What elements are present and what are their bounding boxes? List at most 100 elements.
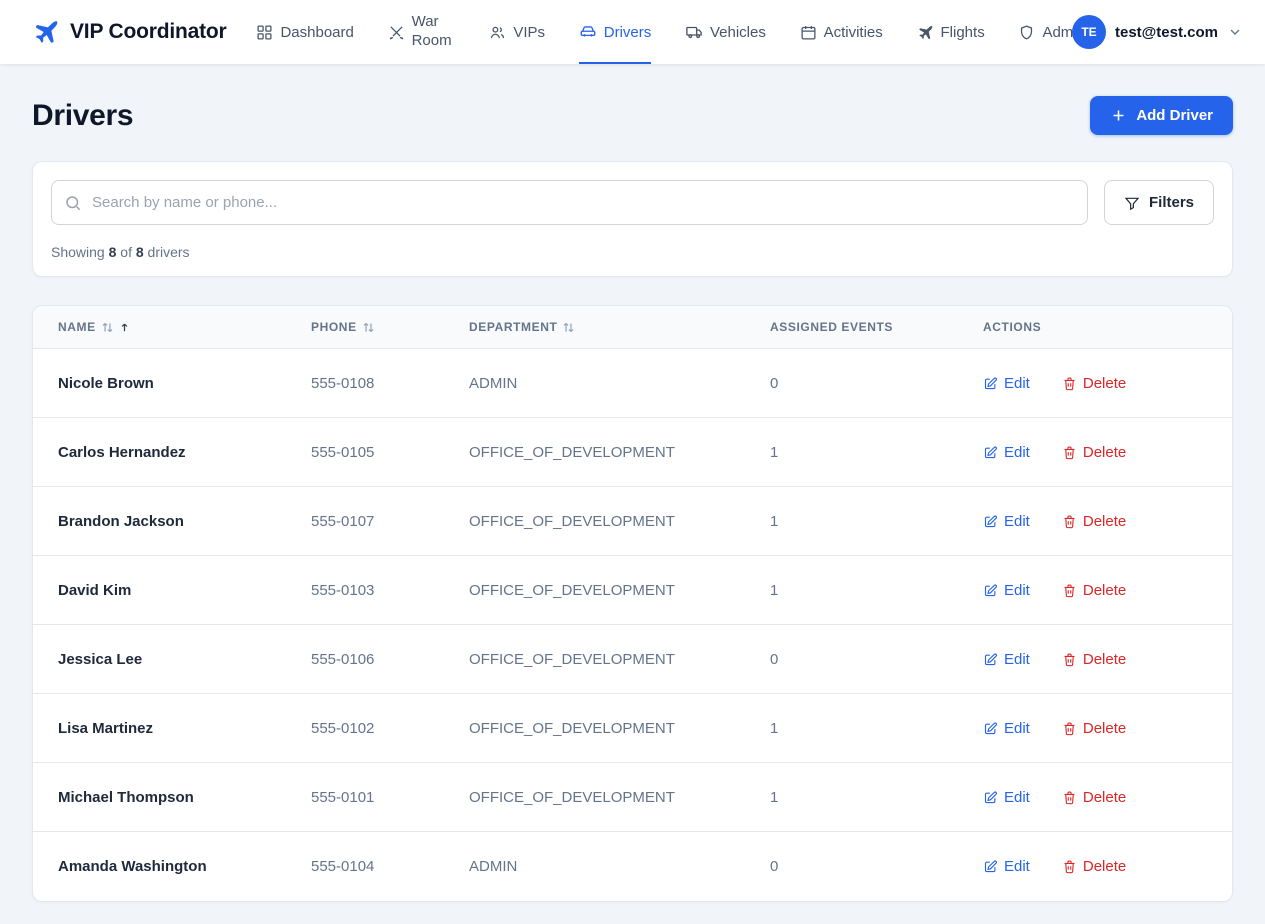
edit-pencil-icon <box>983 721 998 736</box>
search-input[interactable] <box>51 180 1088 225</box>
table-row: Lisa Martinez 555-0102 OFFICE_OF_DEVELOP… <box>33 694 1232 763</box>
driver-phone: 555-0103 <box>311 582 469 599</box>
chevron-down-icon <box>1227 24 1243 40</box>
delete-button[interactable]: Delete <box>1062 789 1126 806</box>
table-row: Amanda Washington 555-0104 ADMIN 0 Edit … <box>33 832 1232 901</box>
trash-icon <box>1062 514 1077 529</box>
nav-item-dashboard[interactable]: Dashboard <box>256 0 353 64</box>
vips-icon <box>489 24 506 41</box>
delete-label: Delete <box>1083 375 1126 392</box>
calendar-icon <box>800 24 817 41</box>
delete-label: Delete <box>1083 789 1126 806</box>
driver-assigned-events: 1 <box>770 513 983 530</box>
driver-name: Amanda Washington <box>58 858 311 875</box>
edit-button[interactable]: Edit <box>983 582 1030 599</box>
delete-label: Delete <box>1083 582 1126 599</box>
nav-item-war-room[interactable]: War Room <box>388 0 456 64</box>
sort-icon <box>562 321 575 334</box>
column-header-name[interactable]: Name <box>58 320 311 334</box>
driver-assigned-events: 0 <box>770 858 983 875</box>
brand[interactable]: VIP Coordinator <box>32 18 226 46</box>
trash-icon <box>1062 859 1077 874</box>
nav-item-label: VIPs <box>513 24 545 41</box>
trash-icon <box>1062 583 1077 598</box>
delete-button[interactable]: Delete <box>1062 720 1126 737</box>
driver-department: OFFICE_OF_DEVELOPMENT <box>469 720 770 737</box>
delete-button[interactable]: Delete <box>1062 858 1126 875</box>
driver-assigned-events: 1 <box>770 444 983 461</box>
driver-department: OFFICE_OF_DEVELOPMENT <box>469 444 770 461</box>
table-row: Brandon Jackson 555-0107 OFFICE_OF_DEVEL… <box>33 487 1232 556</box>
sort-icon <box>362 321 375 334</box>
edit-pencil-icon <box>983 790 998 805</box>
results-count: Showing 8 of 8 drivers <box>51 244 1214 260</box>
driver-name: Lisa Martinez <box>58 720 311 737</box>
nav-item-label: Vehicles <box>710 24 766 41</box>
trash-icon <box>1062 376 1077 391</box>
top-navbar: VIP Coordinator Dashboard War Room VIPs … <box>0 0 1265 64</box>
driver-department: OFFICE_OF_DEVELOPMENT <box>469 651 770 668</box>
delete-button[interactable]: Delete <box>1062 375 1126 392</box>
edit-button[interactable]: Edit <box>983 375 1030 392</box>
results-count-value: 8 <box>109 244 117 260</box>
driver-phone: 555-0107 <box>311 513 469 530</box>
add-driver-button[interactable]: Add Driver <box>1090 96 1233 135</box>
table-row: David Kim 555-0103 OFFICE_OF_DEVELOPMENT… <box>33 556 1232 625</box>
driver-assigned-events: 0 <box>770 375 983 392</box>
edit-label: Edit <box>1004 720 1030 737</box>
driver-assigned-events: 1 <box>770 582 983 599</box>
column-label: Assigned Events <box>770 320 893 334</box>
driver-phone: 555-0101 <box>311 789 469 806</box>
driver-phone: 555-0102 <box>311 720 469 737</box>
driver-phone: 555-0106 <box>311 651 469 668</box>
edit-label: Edit <box>1004 513 1030 530</box>
nav-item-vehicles[interactable]: Vehicles <box>685 0 766 64</box>
driver-name: Michael Thompson <box>58 789 311 806</box>
dashboard-icon <box>256 24 273 41</box>
delete-label: Delete <box>1083 651 1126 668</box>
filter-funnel-icon <box>1124 195 1140 211</box>
driver-phone: 555-0108 <box>311 375 469 392</box>
nav-item-activities[interactable]: Activities <box>800 0 883 64</box>
column-label: Actions <box>983 320 1041 334</box>
driver-department: OFFICE_OF_DEVELOPMENT <box>469 789 770 806</box>
row-actions: Edit Delete <box>983 513 1207 530</box>
car-icon <box>579 23 597 41</box>
driver-department: OFFICE_OF_DEVELOPMENT <box>469 582 770 599</box>
driver-name: David Kim <box>58 582 311 599</box>
row-actions: Edit Delete <box>983 582 1207 599</box>
delete-button[interactable]: Delete <box>1062 582 1126 599</box>
plus-icon <box>1110 107 1127 124</box>
column-header-phone[interactable]: Phone <box>311 320 469 334</box>
edit-label: Edit <box>1004 789 1030 806</box>
nav-item-drivers[interactable]: Drivers <box>579 0 652 64</box>
nav-item-label: Activities <box>824 24 883 41</box>
delete-button[interactable]: Delete <box>1062 444 1126 461</box>
edit-button[interactable]: Edit <box>983 444 1030 461</box>
nav-item-flights[interactable]: Flights <box>917 0 985 64</box>
edit-button[interactable]: Edit <box>983 651 1030 668</box>
brand-title: VIP Coordinator <box>70 20 226 44</box>
user-avatar: TE <box>1072 15 1106 49</box>
delete-button[interactable]: Delete <box>1062 651 1126 668</box>
nav-item-label: War Room <box>412 13 456 51</box>
edit-label: Edit <box>1004 582 1030 599</box>
drivers-page: Drivers Add Driver Filters <box>0 64 1265 902</box>
edit-button[interactable]: Edit <box>983 720 1030 737</box>
add-driver-label: Add Driver <box>1136 107 1213 124</box>
row-actions: Edit Delete <box>983 375 1207 392</box>
column-header-department[interactable]: Department <box>469 320 770 334</box>
table-row: Jessica Lee 555-0106 OFFICE_OF_DEVELOPME… <box>33 625 1232 694</box>
user-menu[interactable]: TE test@test.com <box>1072 15 1243 49</box>
edit-button[interactable]: Edit <box>983 858 1030 875</box>
nav-item-vips[interactable]: VIPs <box>489 0 545 64</box>
driver-name: Carlos Hernandez <box>58 444 311 461</box>
filters-button[interactable]: Filters <box>1104 180 1214 225</box>
sort-icon <box>101 321 114 334</box>
delete-button[interactable]: Delete <box>1062 513 1126 530</box>
table-header-row: Name Phone Department <box>33 306 1232 349</box>
results-total-value: 8 <box>136 244 144 260</box>
edit-button[interactable]: Edit <box>983 513 1030 530</box>
edit-button[interactable]: Edit <box>983 789 1030 806</box>
row-actions: Edit Delete <box>983 789 1207 806</box>
